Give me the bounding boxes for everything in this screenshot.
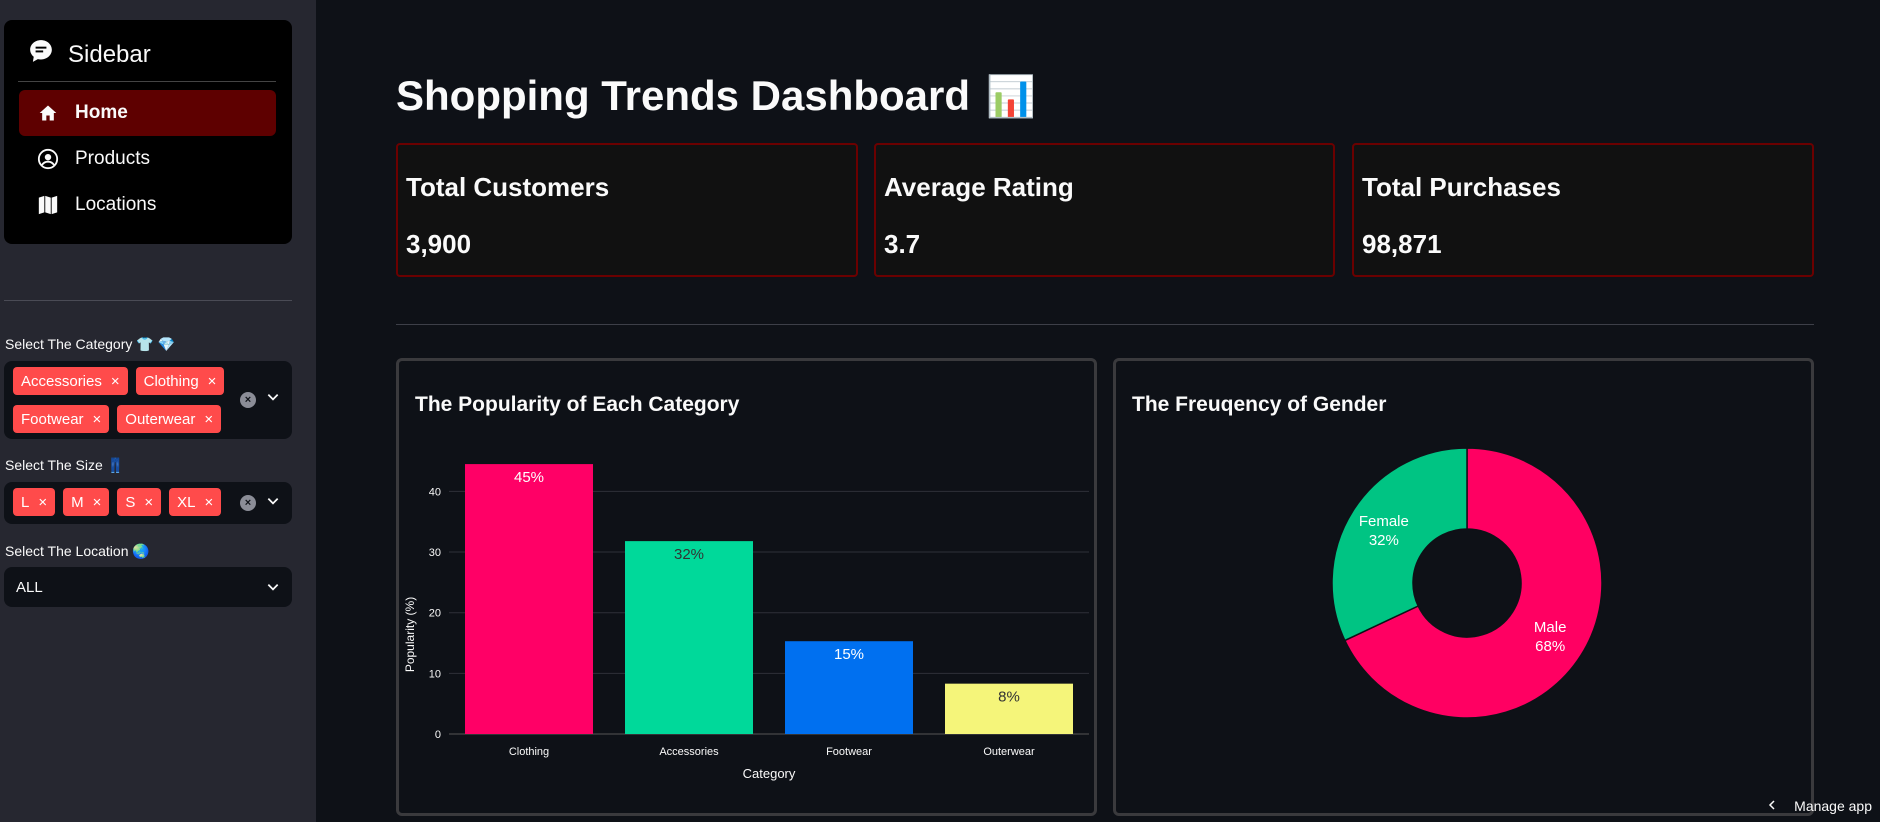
bar-data-label: 8% (998, 689, 1020, 706)
pie-slice-value: 68% (1535, 638, 1565, 655)
category-tag[interactable]: Footwear × (13, 405, 110, 433)
gender-frequency-donut-chart[interactable]: Male 68% Female 32% (1116, 361, 1811, 813)
manage-app-button[interactable]: Manage app (1766, 798, 1872, 814)
sidebar: Sidebar Home Products Locations Select T… (0, 0, 316, 822)
manage-app-label: Manage app (1794, 798, 1872, 814)
clear-all-icon[interactable]: × (240, 495, 256, 511)
x-tick-label: Accessories (659, 746, 719, 758)
sidebar-item-label: Products (75, 148, 150, 169)
chevron-down-icon[interactable] (266, 390, 280, 409)
sidebar-item-home[interactable]: Home (19, 90, 276, 136)
chevron-left-icon (1766, 798, 1778, 814)
chevron-down-icon[interactable] (266, 494, 280, 513)
sidebar-item-locations[interactable]: Locations (19, 182, 276, 228)
remove-tag-icon[interactable]: × (93, 494, 102, 511)
location-select[interactable]: ALL (4, 567, 292, 607)
nav-divider (18, 81, 276, 82)
bar-data-label: 15% (834, 646, 864, 663)
category-label: Select The Category 👕 💎 (5, 336, 176, 352)
remove-tag-icon[interactable]: × (204, 411, 213, 428)
metric-label: Total Customers (406, 172, 610, 202)
location-select-value: ALL (16, 578, 43, 596)
remove-tag-icon[interactable]: × (93, 411, 102, 428)
metric-label: Average Rating (884, 172, 1074, 202)
size-multiselect[interactable]: L × M × S × XL × × (4, 482, 292, 524)
sidebar-item-label: Home (75, 102, 128, 123)
sidebar-item-products[interactable]: Products (19, 136, 276, 182)
remove-tag-icon[interactable]: × (144, 494, 153, 511)
chat-bubble-icon (28, 38, 54, 71)
y-tick-label: 30 (429, 547, 441, 559)
pie-slice (1331, 447, 1468, 642)
metric-label: Total Purchases (1362, 172, 1561, 202)
remove-tag-icon[interactable]: × (38, 494, 47, 511)
category-multiselect[interactable]: Accessories × Clothing × Footwear × Outerwe… (4, 361, 292, 439)
section-divider (396, 324, 1814, 325)
category-tag[interactable]: Outerwear × (117, 405, 222, 433)
category-popularity-bar-chart[interactable]: 0 10 20 30 40 45% Clothing 32% Accessories 15% Foo… (399, 361, 1094, 813)
metric-card-total-purchases: Total Purchases 98,871 (1352, 143, 1814, 277)
bar-data-label: 32% (674, 546, 704, 563)
clear-all-icon[interactable]: × (240, 392, 256, 408)
size-tag[interactable]: S × (117, 488, 162, 516)
map-icon (37, 194, 59, 216)
remove-tag-icon[interactable]: × (205, 494, 214, 511)
remove-tag-icon[interactable]: × (208, 373, 217, 390)
x-tick-label: Footwear (826, 746, 872, 758)
page-title-text: Shopping Trends Dashboard (396, 72, 971, 119)
bar (465, 464, 593, 734)
y-tick-label: 40 (429, 486, 441, 498)
user-circle-icon (37, 148, 59, 170)
category-popularity-chart-card: The Popularity of Each Category 0 10 20 30 4… (396, 358, 1097, 816)
size-tag[interactable]: XL × (169, 488, 222, 516)
metric-value: 98,871 (1362, 229, 1442, 259)
size-tag[interactable]: L × (13, 488, 56, 516)
remove-tag-icon[interactable]: × (111, 373, 120, 390)
size-label: Select The Size 👖 (5, 457, 125, 473)
home-icon (37, 102, 59, 124)
x-axis-title: Category (743, 766, 796, 781)
y-tick-label: 0 (435, 729, 441, 741)
size-tag[interactable]: M × (63, 488, 110, 516)
bar (625, 541, 753, 734)
sidebar-item-label: Locations (75, 194, 157, 215)
metric-card-total-customers: Total Customers 3,900 (396, 143, 858, 277)
metric-value: 3,900 (406, 229, 472, 259)
bar-chart-icon: 📊 (986, 74, 1036, 119)
nav-header: Sidebar (28, 38, 151, 71)
nav-header-title: Sidebar (68, 40, 151, 68)
pie-slice-value: 32% (1369, 532, 1399, 549)
x-tick-label: Outerwear (983, 746, 1035, 758)
bar-data-label: 45% (514, 469, 544, 486)
y-axis-title: Popularity (%) (403, 597, 417, 672)
gender-frequency-chart-card: The Freuqency of Gender Male 68% Female 32% (1113, 358, 1814, 816)
y-tick-label: 10 (429, 668, 441, 680)
chevron-down-icon[interactable] (266, 580, 280, 598)
location-label: Select The Location 🌏 (5, 543, 150, 559)
page-title: Shopping Trends Dashboard 📊 (396, 72, 1036, 120)
category-tag[interactable]: Accessories × (13, 367, 128, 395)
x-tick-label: Clothing (509, 746, 549, 758)
metric-value: 3.7 (884, 229, 921, 259)
y-tick-label: 20 (429, 608, 441, 620)
category-tag[interactable]: Clothing × (135, 367, 225, 395)
sidebar-divider (4, 300, 292, 301)
pie-slice-label: Male (1534, 619, 1567, 636)
metric-card-average-rating: Average Rating 3.7 (874, 143, 1335, 277)
pie-slice-label: Female (1359, 513, 1409, 530)
